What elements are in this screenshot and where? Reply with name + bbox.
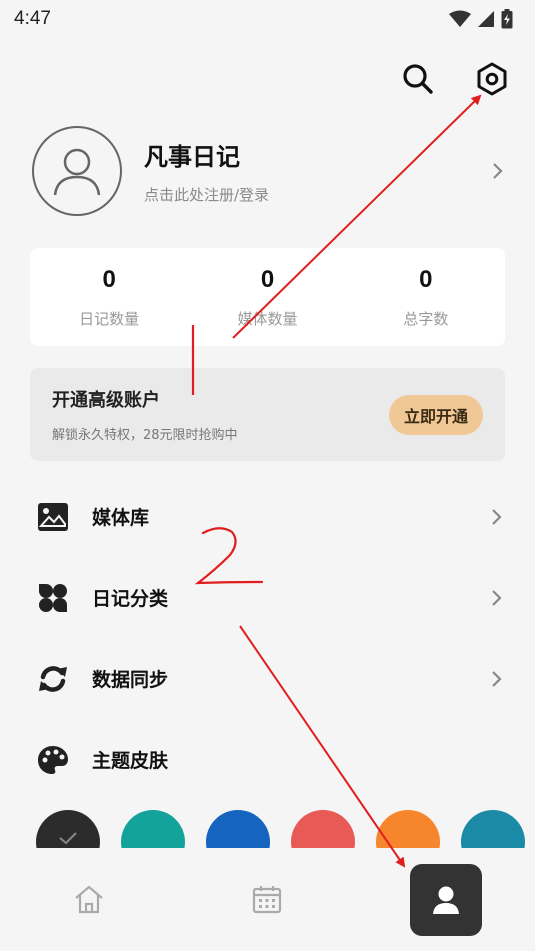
menu-label: 媒体库 — [92, 507, 150, 529]
profile-card[interactable]: 凡事日记 点击此处注册/登录 — [32, 126, 507, 216]
premium-subtitle: 解锁永久特权，28元限时抢购中 — [52, 428, 238, 443]
upgrade-now-button[interactable]: 立即开通 — [388, 394, 483, 435]
theme-swatch[interactable] — [291, 810, 355, 848]
battery-charging-icon — [501, 9, 513, 29]
gear-icon — [477, 62, 507, 96]
theme-swatches — [36, 810, 535, 848]
avatar[interactable] — [32, 126, 122, 216]
stat-value: 0 — [419, 265, 433, 293]
settings-button[interactable] — [475, 62, 509, 96]
premium-banner[interactable]: 开通高级账户 解锁永久特权，28元限时抢购中 立即开通 — [30, 368, 505, 461]
menu-item-media-library[interactable]: 媒体库 — [36, 476, 506, 557]
chevron-right-icon — [488, 508, 506, 526]
chevron-right-icon — [488, 589, 506, 607]
status-icons — [449, 9, 513, 29]
palette-icon — [36, 743, 70, 777]
status-bar: 4:47 — [0, 0, 535, 38]
top-actions — [401, 62, 509, 96]
stat-value: 0 — [260, 265, 275, 293]
bottom-nav — [0, 848, 535, 951]
wifi-icon — [449, 10, 471, 27]
theme-swatch[interactable] — [121, 810, 185, 848]
search-icon — [403, 64, 433, 94]
grid-icon — [36, 581, 70, 615]
home-icon — [75, 885, 103, 914]
nav-profile[interactable] — [410, 864, 482, 936]
sync-icon — [36, 662, 70, 696]
stat-value: 0 — [102, 265, 116, 293]
profile-text: 凡事日记 点击此处注册/登录 — [144, 137, 489, 205]
settings-menu: 媒体库 日记分类 数据同步 主题皮肤 — [36, 476, 506, 800]
stat-word-count[interactable]: 0 总字数 — [347, 248, 505, 346]
login-prompt[interactable]: 点击此处注册/登录 — [144, 184, 489, 205]
menu-item-diary-category[interactable]: 日记分类 — [36, 557, 506, 638]
theme-swatch[interactable] — [206, 810, 270, 848]
menu-item-theme-skin[interactable]: 主题皮肤 — [36, 719, 506, 800]
calendar-icon — [252, 886, 282, 914]
search-button[interactable] — [401, 62, 435, 96]
user-icon — [433, 886, 459, 914]
user-avatar-icon — [53, 148, 101, 196]
check-icon — [59, 832, 77, 845]
signal-icon — [478, 11, 494, 27]
menu-label: 数据同步 — [92, 669, 169, 691]
menu-label: 日记分类 — [92, 588, 169, 610]
chevron-right-icon — [488, 670, 506, 688]
theme-swatch[interactable] — [376, 810, 440, 848]
stat-label: 总字数 — [403, 309, 449, 328]
premium-title: 开通高级账户 — [52, 390, 160, 411]
profile-name: 凡事日记 — [144, 143, 240, 171]
stat-label: 媒体数量 — [237, 309, 298, 328]
nav-calendar[interactable] — [240, 872, 294, 926]
stat-label: 日记数量 — [79, 309, 140, 328]
status-time: 4:47 — [14, 8, 51, 29]
premium-text: 开通高级账户 解锁永久特权，28元限时抢购中 — [52, 386, 238, 443]
image-icon — [36, 500, 70, 534]
theme-swatch-selected[interactable] — [36, 810, 100, 848]
stat-diary-count[interactable]: 0 日记数量 — [30, 248, 188, 346]
nav-home[interactable] — [62, 872, 116, 926]
theme-swatch[interactable] — [461, 810, 525, 848]
stats-card: 0 日记数量 0 媒体数量 0 总字数 — [30, 248, 505, 346]
chevron-right-icon — [489, 162, 507, 180]
menu-label: 主题皮肤 — [92, 750, 169, 772]
stat-media-count[interactable]: 0 媒体数量 — [188, 248, 346, 346]
menu-item-data-sync[interactable]: 数据同步 — [36, 638, 506, 719]
